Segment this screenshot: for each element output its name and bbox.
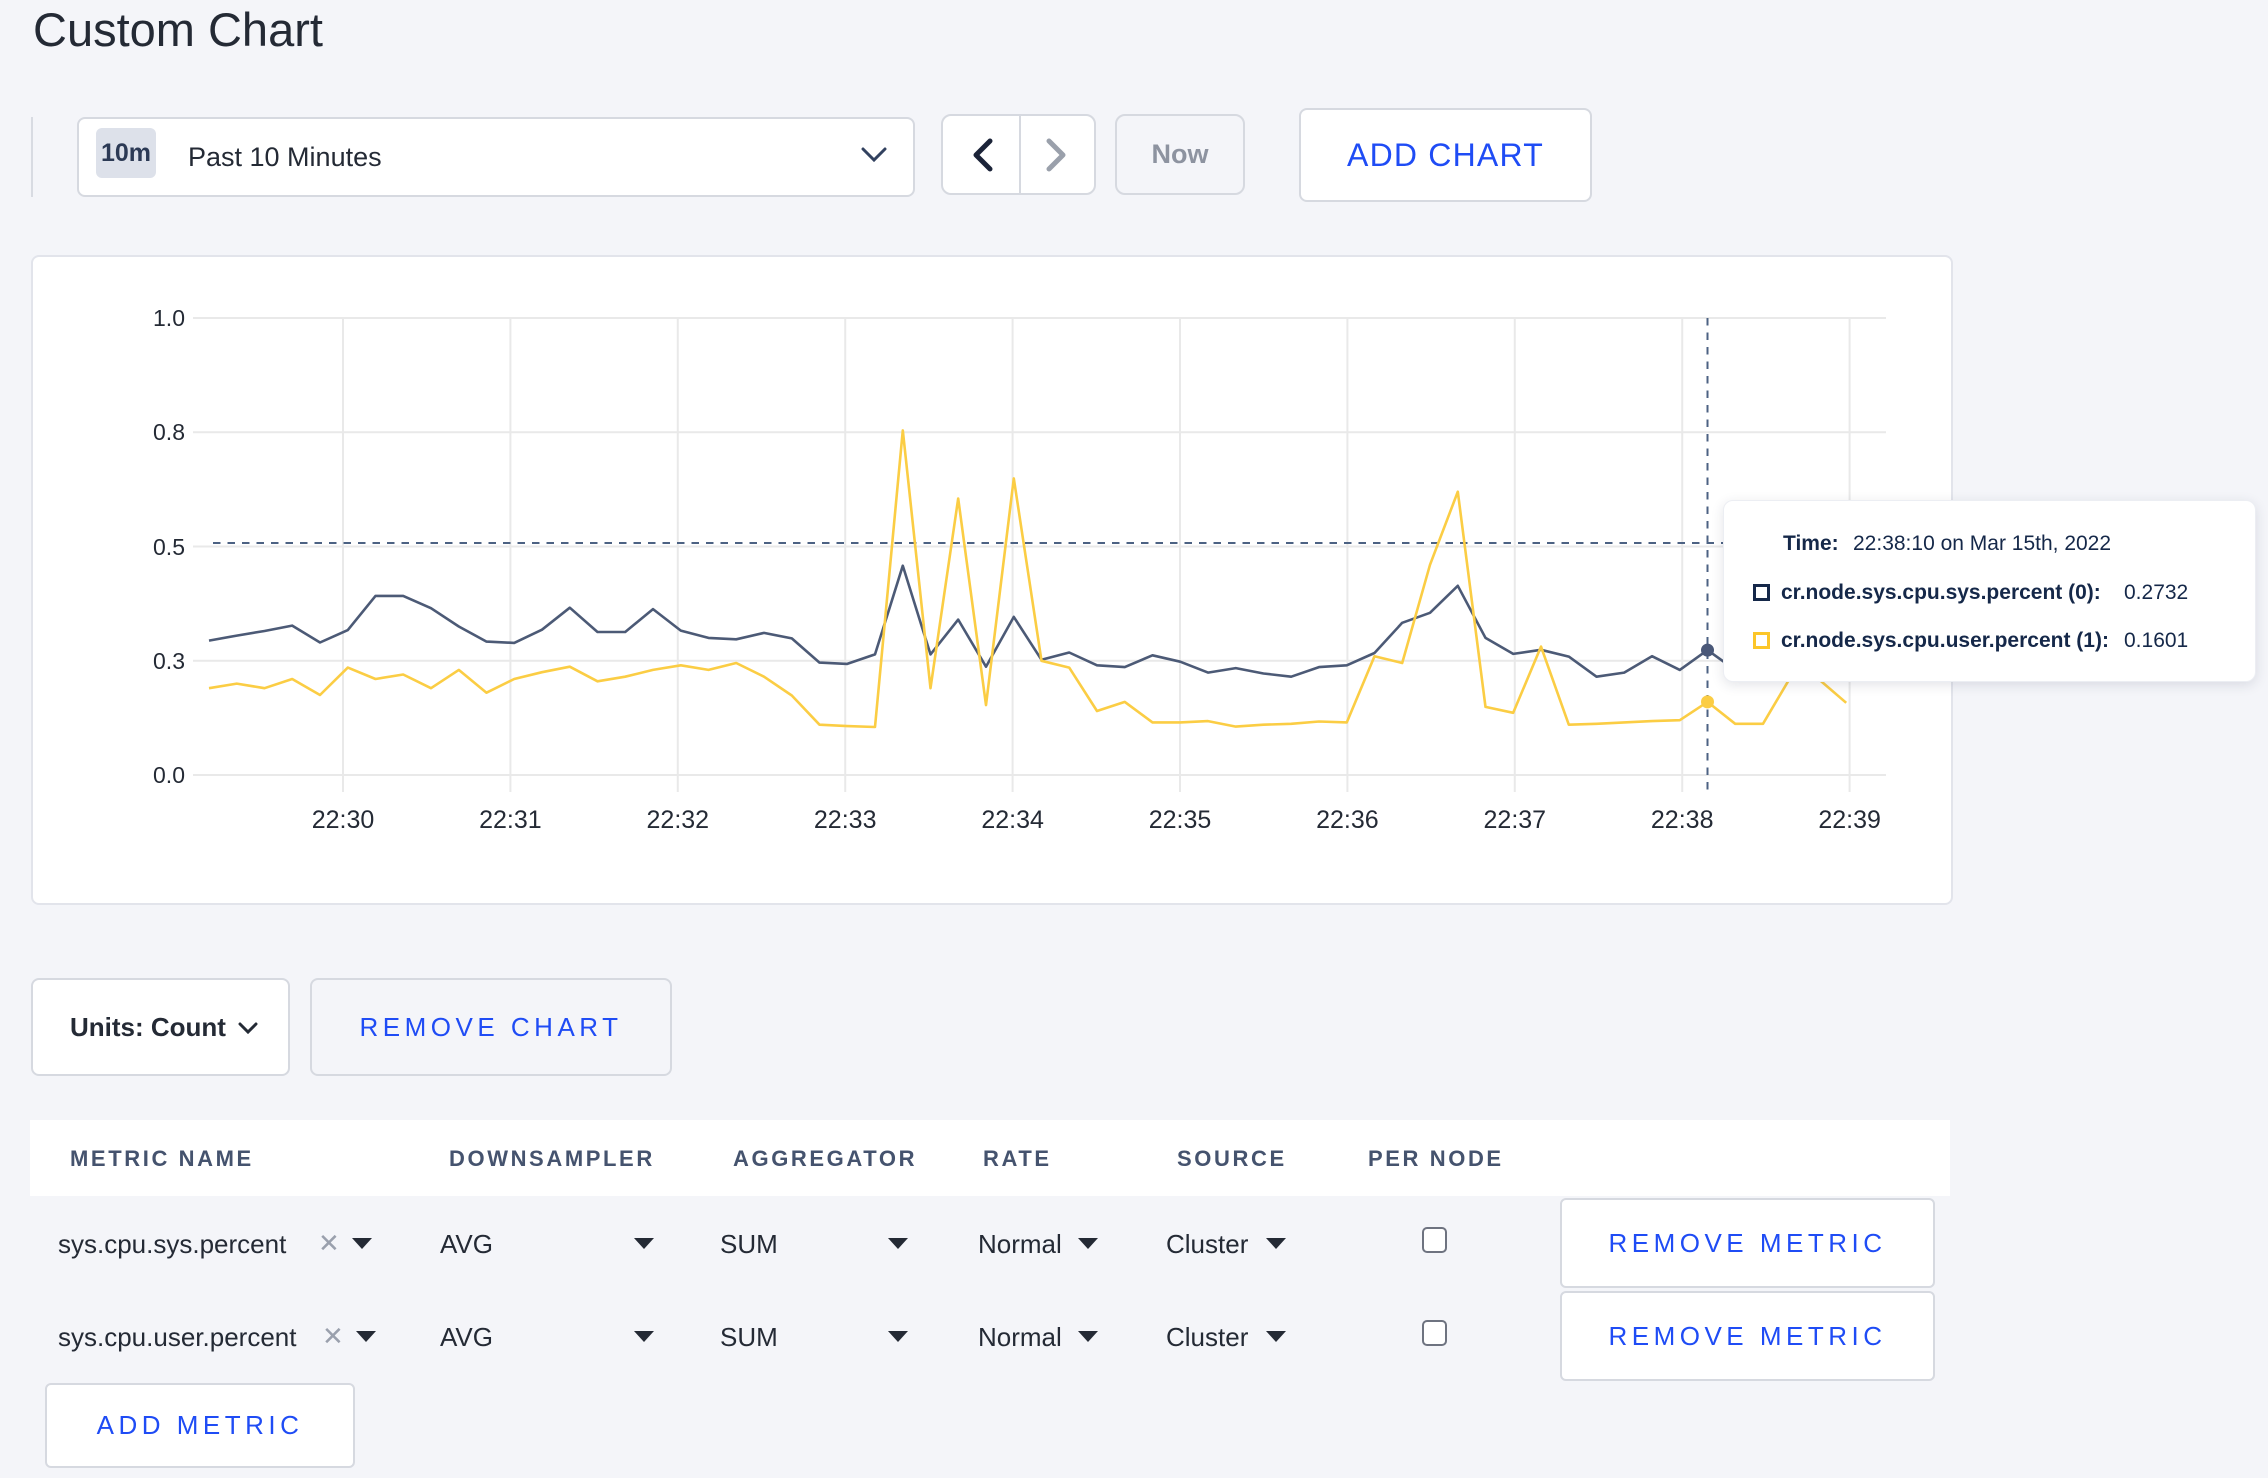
svg-text:22:37: 22:37 bbox=[1484, 806, 1547, 834]
svg-text:0.3: 0.3 bbox=[153, 648, 185, 674]
svg-text:22:34: 22:34 bbox=[981, 806, 1044, 834]
svg-text:22:33: 22:33 bbox=[814, 806, 877, 834]
svg-text:22:32: 22:32 bbox=[647, 806, 710, 834]
svg-text:22:36: 22:36 bbox=[1316, 806, 1379, 834]
svg-text:22:35: 22:35 bbox=[1149, 806, 1212, 834]
svg-text:0.5: 0.5 bbox=[153, 534, 185, 560]
svg-text:22:38: 22:38 bbox=[1651, 806, 1714, 834]
svg-text:22:31: 22:31 bbox=[479, 806, 542, 834]
svg-text:0.0: 0.0 bbox=[153, 762, 185, 788]
svg-text:22:39: 22:39 bbox=[1818, 806, 1881, 834]
svg-text:22:30: 22:30 bbox=[312, 806, 375, 834]
svg-text:0.8: 0.8 bbox=[153, 419, 185, 445]
svg-text:1.0: 1.0 bbox=[153, 305, 185, 331]
